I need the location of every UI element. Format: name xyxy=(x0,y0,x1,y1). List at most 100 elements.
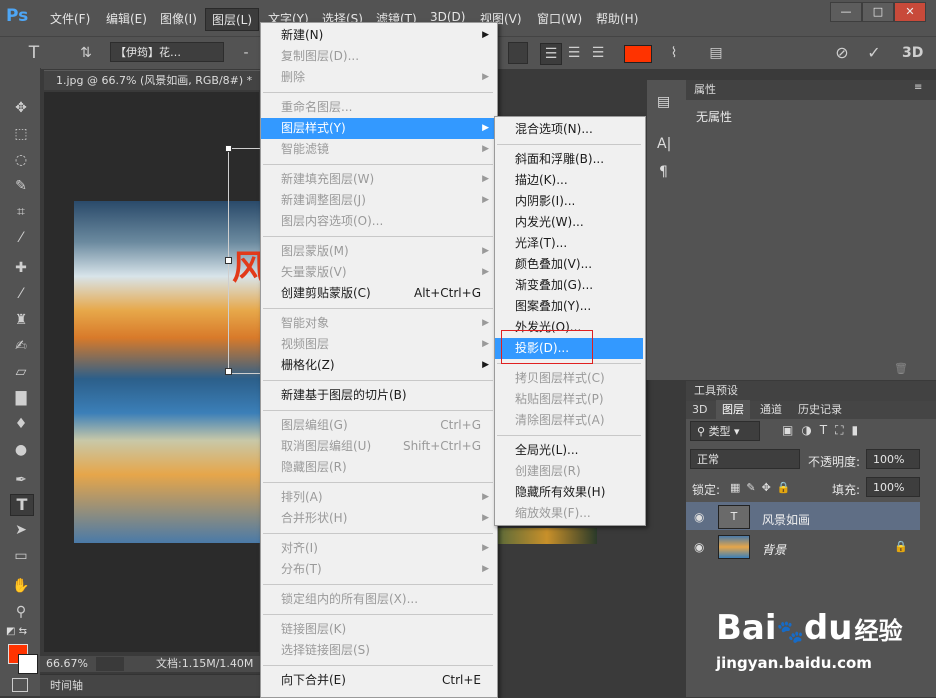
layer-style-item[interactable]: 斜面和浮雕(B)... xyxy=(495,149,643,170)
align-center-icon[interactable]: ☰ xyxy=(564,43,584,63)
layer-menu-item[interactable]: 向下合并(E) Ctrl+E xyxy=(261,670,495,691)
zoom-level[interactable]: 66.67% xyxy=(46,656,88,672)
warp-text-icon[interactable]: ⌇ xyxy=(664,43,684,63)
path-select-tool-icon[interactable]: ➤ xyxy=(10,520,32,540)
antialias-select[interactable] xyxy=(508,42,528,64)
tab-layers[interactable]: 图层 xyxy=(716,400,750,420)
font-family-select[interactable]: 【伊筠】花… xyxy=(110,42,224,62)
layer-menu-item[interactable]: 图层样式(Y) ▶ xyxy=(261,118,495,139)
layer-style-item[interactable]: 全局光(L)... xyxy=(495,440,643,461)
tab-history[interactable]: 历史记录 xyxy=(798,400,842,420)
menu-layer[interactable]: 图层(L) xyxy=(205,8,260,31)
layer-style-item[interactable]: 混合选项(N)... xyxy=(495,119,643,140)
blur-tool-icon[interactable]: ♦ xyxy=(10,414,32,434)
eyedropper-tool-icon[interactable]: ⁄ xyxy=(10,228,32,248)
layer-style-item[interactable]: 颜色叠加(V)... xyxy=(495,254,643,275)
healing-tool-icon[interactable]: ✚ xyxy=(10,258,32,278)
type-tool-selected-icon[interactable]: T xyxy=(10,494,34,516)
transform-handle[interactable] xyxy=(225,257,232,264)
layer-name[interactable]: 风景如画 xyxy=(762,511,810,528)
tab-channels[interactable]: 通道 xyxy=(760,400,782,420)
status-menu-button[interactable] xyxy=(96,657,124,671)
layer-name[interactable]: 背景 xyxy=(762,541,786,558)
submenu-arrow-icon: ▶ xyxy=(482,513,489,523)
opacity-input[interactable]: 100% xyxy=(866,449,920,469)
align-right-icon[interactable]: ☰ xyxy=(588,43,608,63)
lasso-tool-icon[interactable]: ◌ xyxy=(10,150,32,170)
font-style-dash[interactable]: - xyxy=(236,43,256,63)
dodge-tool-icon[interactable]: ● xyxy=(10,440,32,460)
history-brush-tool-icon[interactable]: ✍ xyxy=(10,336,32,356)
background-color-swatch[interactable] xyxy=(18,654,38,674)
minimize-button[interactable]: — xyxy=(830,2,862,22)
eye-icon[interactable]: ◉ xyxy=(694,540,704,554)
type-tool-icon[interactable]: T xyxy=(24,43,44,63)
layer-menu-item[interactable]: 创建剪贴蒙版(C) Alt+Ctrl+G xyxy=(261,283,495,304)
layer-style-item[interactable]: 内发光(W)... xyxy=(495,212,643,233)
stamp-tool-icon[interactable]: ♜ xyxy=(10,310,32,330)
marquee-tool-icon[interactable]: ⬚ xyxy=(10,124,32,144)
eraser-tool-icon[interactable]: ▱ xyxy=(10,362,32,382)
layer-style-item[interactable]: 内阴影(I)... xyxy=(495,191,643,212)
menu-item-label: 图案叠加(Y)... xyxy=(515,299,592,313)
properties-panel-icon[interactable]: ▤ xyxy=(657,94,670,110)
crop-tool-icon[interactable]: ⌗ xyxy=(10,202,32,222)
menu-item-label: 隐藏图层(R) xyxy=(281,460,347,474)
watermark-suffix: 经验 xyxy=(854,617,903,645)
timeline-panel-tab[interactable]: 时间轴 xyxy=(40,674,262,696)
quick-mask-icon[interactable] xyxy=(12,678,28,692)
layer-menu-item: 锁定组内的所有图层(X)... xyxy=(261,589,495,610)
3d-icon[interactable]: 3D xyxy=(902,43,923,63)
align-left-icon[interactable]: ☰ xyxy=(540,43,562,65)
filter-icons[interactable]: ▣◑T⛶▮ xyxy=(782,423,866,438)
tool-presets-tab[interactable]: 工具预设 xyxy=(686,381,936,401)
layer-filter-select[interactable]: ⚲ 类型 ▾ xyxy=(690,421,760,441)
brush-tool-icon[interactable]: ⁄ xyxy=(10,284,32,304)
panel-menu-icon[interactable]: ≡ xyxy=(914,82,922,93)
layer-menu-item: 复制图层(D)... xyxy=(261,46,495,67)
text-color-swatch[interactable] xyxy=(624,45,652,63)
layer-style-item[interactable]: 光泽(T)... xyxy=(495,233,643,254)
layer-menu-item[interactable]: 栅格化(Z) ▶ xyxy=(261,355,495,376)
layer-style-item[interactable]: 描边(K)... xyxy=(495,170,643,191)
cancel-icon[interactable]: ⊘ xyxy=(832,43,852,63)
fill-input[interactable]: 100% xyxy=(866,477,920,497)
character-icon[interactable]: A| xyxy=(657,136,671,152)
lock-icons[interactable]: ▦✎✥🔒 xyxy=(730,481,797,494)
tab-3d[interactable]: 3D xyxy=(692,400,707,420)
maximize-button[interactable]: □ xyxy=(862,2,894,22)
menu-window[interactable]: 窗口(W) xyxy=(537,10,582,27)
layer-style-item[interactable]: 渐变叠加(G)... xyxy=(495,275,643,296)
layer-menu-item[interactable]: 新建(N) ▶ xyxy=(261,25,495,46)
pen-tool-icon[interactable]: ✒ xyxy=(10,470,32,490)
blend-mode-select[interactable]: 正常 xyxy=(690,449,800,469)
character-panel-icon[interactable]: ▤ xyxy=(706,43,726,63)
text-orientation-icon[interactable]: ⇅ xyxy=(76,43,96,63)
layer-menu-item: 新建调整图层(J) ▶ xyxy=(261,190,495,211)
quick-select-tool-icon[interactable]: ✎ xyxy=(10,176,32,196)
transform-handle[interactable] xyxy=(225,145,232,152)
transform-handle[interactable] xyxy=(225,368,232,375)
default-colors-icon[interactable]: ◩ ⇆ xyxy=(6,626,27,637)
menu-file[interactable]: 文件(F) xyxy=(50,10,90,27)
close-button[interactable]: ✕ xyxy=(894,2,926,22)
submenu-arrow-icon: ▶ xyxy=(482,318,489,328)
eye-icon[interactable]: ◉ xyxy=(694,510,704,524)
gradient-tool-icon[interactable]: ▇ xyxy=(10,388,32,408)
commit-icon[interactable]: ✓ xyxy=(864,43,884,63)
layer-style-item[interactable]: 隐藏所有效果(H) xyxy=(495,482,643,503)
document-tab[interactable]: 1.jpg @ 66.7% (风景如画, RGB/8#) * xyxy=(44,70,260,90)
menu-image[interactable]: 图像(I) xyxy=(160,10,197,27)
menu-edit[interactable]: 编辑(E) xyxy=(106,10,147,27)
zoom-tool-icon[interactable]: ⚲ xyxy=(10,602,32,622)
rectangle-tool-icon[interactable]: ▭ xyxy=(10,546,32,566)
trash-icon[interactable]: 🗑 xyxy=(894,362,908,375)
paragraph-icon[interactable]: ¶ xyxy=(659,164,668,180)
move-tool-icon[interactable]: ✥ xyxy=(10,98,32,118)
hand-tool-icon[interactable]: ✋ xyxy=(10,576,32,596)
menu-help[interactable]: 帮助(H) xyxy=(596,10,638,27)
layer-style-item[interactable]: 图案叠加(Y)... xyxy=(495,296,643,317)
properties-tab[interactable]: 属性 xyxy=(686,80,936,100)
layer-menu-item[interactable]: 新建基于图层的切片(B) xyxy=(261,385,495,406)
menu-item-label: 全局光(L)... xyxy=(515,443,579,457)
